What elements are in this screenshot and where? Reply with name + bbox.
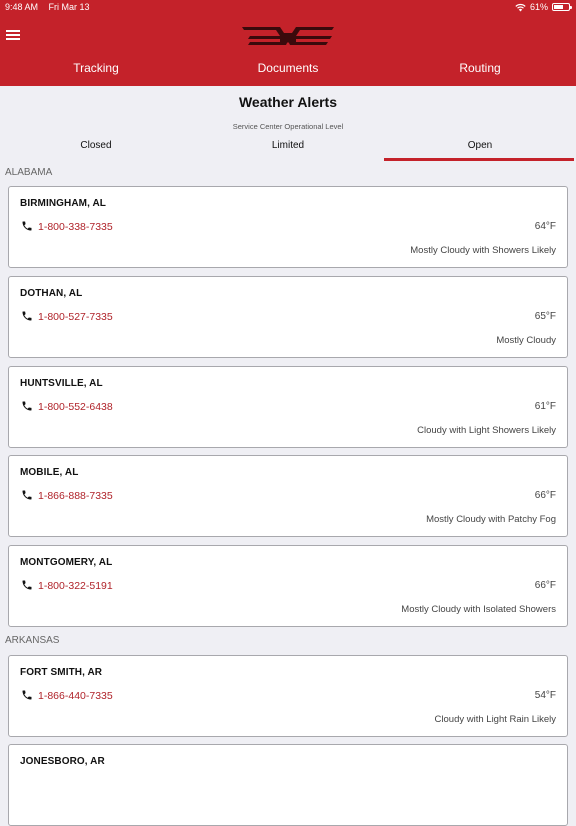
city-name: MOBILE, AL xyxy=(20,467,79,478)
page-subtitle: Service Center Operational Level xyxy=(232,122,344,131)
weather-conditions: Cloudy with Light Rain Likely xyxy=(434,714,556,725)
phone-link[interactable]: 1-800-338-7335 xyxy=(38,221,113,233)
battery-percent: 61% xyxy=(529,2,548,12)
weather-conditions: Cloudy with Light Showers Likely xyxy=(417,425,556,436)
temperature: 66°F xyxy=(534,490,556,501)
tab-tracking[interactable]: Tracking xyxy=(0,59,192,79)
page-title: Weather Alerts xyxy=(238,94,338,110)
phone-icon xyxy=(22,580,32,590)
phone-icon xyxy=(22,690,32,700)
phone-link[interactable]: 1-866-440-7335 xyxy=(38,690,113,702)
city-name: JONESBORO, AR xyxy=(20,756,105,767)
operational-level-tabs: Closed Limited Open xyxy=(0,137,576,161)
company-logo xyxy=(242,27,334,45)
phone-icon xyxy=(22,311,32,321)
level-tab-open[interactable]: Open xyxy=(384,137,576,161)
city-name: DOTHAN, AL xyxy=(20,288,83,299)
tab-documents[interactable]: Documents xyxy=(192,59,384,79)
phone-link[interactable]: 1-866-888-7335 xyxy=(38,490,113,502)
section-header-arkansas: ARKANSAS xyxy=(5,635,60,646)
temperature: 64°F xyxy=(534,221,556,232)
section-header-alabama: ALABAMA xyxy=(5,167,53,178)
weather-conditions: Mostly Cloudy with Isolated Showers xyxy=(401,604,556,615)
level-tab-limited[interactable]: Limited xyxy=(192,137,384,161)
service-center-card: DOTHAN, AL 1-800-527-7335 65°F Mostly Cl… xyxy=(8,276,568,358)
service-center-card: JONESBORO, AR xyxy=(8,744,568,826)
weather-conditions: Mostly Cloudy xyxy=(496,335,556,346)
status-indicators: 61% xyxy=(515,2,572,12)
phone-icon xyxy=(22,401,32,411)
status-bar: 9:48 AM Fri Mar 13 61% xyxy=(0,0,576,14)
level-tab-closed[interactable]: Closed xyxy=(0,137,192,161)
city-name: FORT SMITH, AR xyxy=(20,667,103,678)
city-name: HUNTSVILLE, AL xyxy=(20,378,103,389)
temperature: 65°F xyxy=(534,311,556,322)
tab-routing[interactable]: Routing xyxy=(384,59,576,79)
temperature: 54°F xyxy=(534,690,556,701)
status-time-date: 9:48 AM Fri Mar 13 xyxy=(5,2,98,12)
weather-conditions: Mostly Cloudy with Patchy Fog xyxy=(426,514,556,525)
status-date: Fri Mar 13 xyxy=(48,2,90,12)
temperature: 66°F xyxy=(534,580,556,591)
wifi-icon xyxy=(515,3,526,11)
phone-icon xyxy=(22,490,32,500)
app-header: 9:48 AM Fri Mar 13 61% Tracking Document… xyxy=(0,0,576,86)
hamburger-menu-icon[interactable] xyxy=(6,30,20,41)
service-center-card: BIRMINGHAM, AL 1-800-338-7335 64°F Mostl… xyxy=(8,186,568,268)
main-nav: Tracking Documents Routing xyxy=(0,59,576,79)
phone-link[interactable]: 1-800-552-6438 xyxy=(38,401,113,413)
temperature: 61°F xyxy=(534,401,556,412)
battery-icon xyxy=(552,3,572,11)
service-center-card: FORT SMITH, AR 1-866-440-7335 54°F Cloud… xyxy=(8,655,568,737)
phone-link[interactable]: 1-800-527-7335 xyxy=(38,311,113,323)
service-center-card: HUNTSVILLE, AL 1-800-552-6438 61°F Cloud… xyxy=(8,366,568,448)
phone-icon xyxy=(22,221,32,231)
weather-conditions: Mostly Cloudy with Showers Likely xyxy=(410,245,556,256)
service-center-card: MOBILE, AL 1-866-888-7335 66°F Mostly Cl… xyxy=(8,455,568,537)
service-center-card: MONTGOMERY, AL 1-800-322-5191 66°F Mostl… xyxy=(8,545,568,627)
status-time: 9:48 AM xyxy=(5,2,39,12)
city-name: MONTGOMERY, AL xyxy=(20,557,113,568)
city-name: BIRMINGHAM, AL xyxy=(20,198,107,209)
phone-link[interactable]: 1-800-322-5191 xyxy=(38,580,113,592)
